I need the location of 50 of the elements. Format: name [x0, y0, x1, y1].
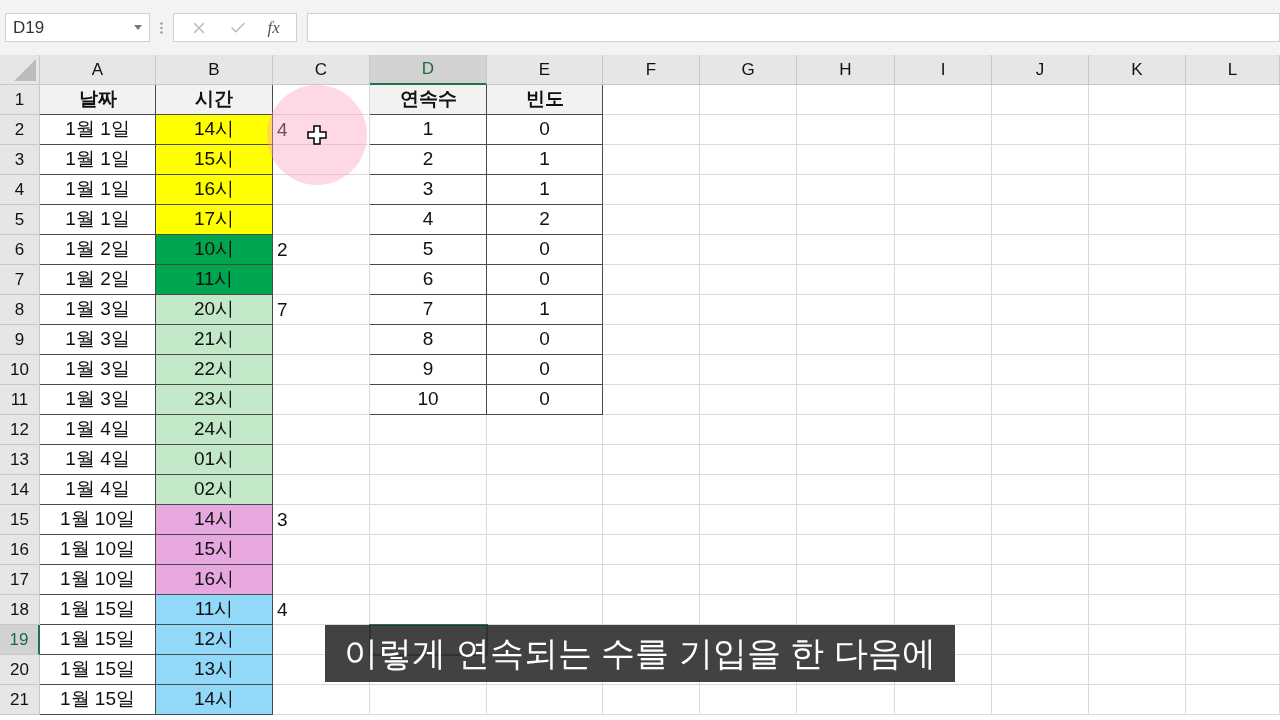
table-cell: 23시 — [156, 385, 273, 415]
table-cell: 16시 — [156, 565, 273, 595]
cell-text: 4 — [277, 117, 288, 142]
table-cell: 13시 — [156, 655, 273, 685]
table-cell: 02시 — [156, 475, 273, 505]
cell-text: 2 — [277, 237, 288, 262]
table-cell: 24시 — [156, 415, 273, 445]
table-cell: 6 — [370, 265, 487, 295]
table-cell: 8 — [370, 325, 487, 355]
table-cell: 14시 — [156, 115, 273, 145]
table-cell: 0 — [487, 265, 603, 295]
cell-text: 4 — [277, 597, 288, 622]
table-cell: 0 — [487, 355, 603, 385]
table-cell: 11시 — [156, 265, 273, 295]
table-cell: 1 — [487, 145, 603, 175]
cell-text: 3 — [277, 507, 288, 532]
table-cell: 17시 — [156, 205, 273, 235]
table-cell: 1 — [487, 295, 603, 325]
table-cell: 10 — [370, 385, 487, 415]
table-cell: 2 — [370, 145, 487, 175]
cell-text: 7 — [277, 297, 288, 322]
table-cell: 0 — [487, 325, 603, 355]
table-cell: 4 — [370, 205, 487, 235]
table-cell: 2 — [487, 205, 603, 235]
table-cell: 15시 — [156, 535, 273, 565]
table-cell: 1 — [487, 175, 603, 205]
table-cell: 15시 — [156, 145, 273, 175]
subtitle-overlay: 이렇게 연속되는 수를 기입을 한 다음에 — [325, 625, 955, 682]
table-cell: 14시 — [156, 505, 273, 535]
table-cell: 9 — [370, 355, 487, 385]
table-cell: 12시 — [156, 625, 273, 655]
table-cell: 14시 — [156, 685, 273, 715]
table-cell: 3 — [370, 175, 487, 205]
table-cell: 0 — [487, 115, 603, 145]
table-cell: 01시 — [156, 445, 273, 475]
table-cell: 7 — [370, 295, 487, 325]
table-cell: 연속수 — [370, 85, 487, 115]
table-cell: 10시 — [156, 235, 273, 265]
table-cell: 빈도 — [487, 85, 603, 115]
table-cell: 22시 — [156, 355, 273, 385]
table-cell: 21시 — [156, 325, 273, 355]
table-cell: 11시 — [156, 595, 273, 625]
table-cell: 5 — [370, 235, 487, 265]
table-cell: 0 — [487, 385, 603, 415]
table-cell: 날짜 — [40, 85, 156, 115]
table-cell: 시간 — [156, 85, 273, 115]
table-cell: 0 — [487, 235, 603, 265]
table-cell: 1 — [370, 115, 487, 145]
table-cell: 20시 — [156, 295, 273, 325]
table-cell: 16시 — [156, 175, 273, 205]
